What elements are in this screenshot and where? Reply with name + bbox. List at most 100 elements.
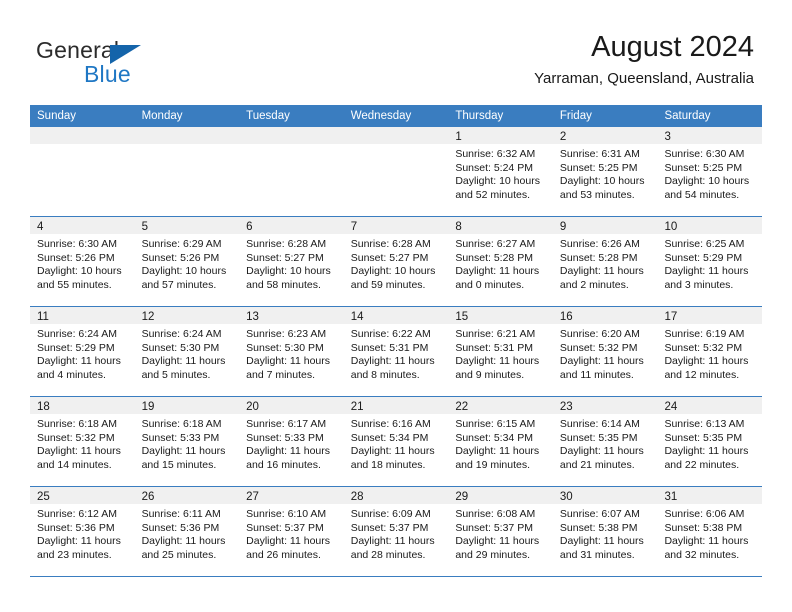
day-detail-lines: Sunrise: 6:22 AM Sunset: 5:31 PM Daylight:… bbox=[344, 324, 449, 382]
calendar-day-cell[interactable]: 16 Sunrise: 6:20 AM Sunset: 5:32 PM Dayligh… bbox=[552, 307, 658, 396]
day-number: 14 bbox=[350, 311, 364, 323]
day-number-band: 26 bbox=[134, 487, 240, 504]
calendar-day-cell[interactable]: 31 Sunrise: 6:06 AM Sunset: 5:38 PM Dayligh… bbox=[657, 487, 763, 576]
day-detail-line: Daylight: 11 hours bbox=[664, 355, 749, 367]
day-detail-line: Sunrise: 6:13 AM bbox=[664, 418, 745, 430]
day-detail-line: Sunset: 5:37 PM bbox=[246, 521, 324, 534]
calendar-day-cell[interactable]: 25 Sunrise: 6:12 AM Sunset: 5:36 PM Dayligh… bbox=[30, 487, 135, 576]
day-detail-line: Daylight: 11 hours bbox=[350, 535, 435, 547]
calendar-day-cell[interactable]: 17 Sunrise: 6:19 AM Sunset: 5:32 PM Dayligh… bbox=[657, 307, 763, 396]
day-detail-lines: Sunrise: 6:07 AM Sunset: 5:38 PM Daylight:… bbox=[553, 504, 658, 562]
calendar-day-cell[interactable]: 13 Sunrise: 6:23 AM Sunset: 5:30 PM Dayligh… bbox=[239, 307, 344, 396]
day-detail-line: and 29 minutes. bbox=[455, 548, 531, 561]
day-number-band: 24 bbox=[657, 397, 763, 414]
day-number-band: 22 bbox=[448, 397, 553, 414]
calendar-day-cell[interactable]: 8 Sunrise: 6:27 AM Sunset: 5:28 PM Daylight… bbox=[448, 217, 553, 306]
calendar-day-cell[interactable]: 6 Sunrise: 6:28 AM Sunset: 5:27 PM Daylight… bbox=[239, 217, 344, 306]
day-detail-line: Sunrise: 6:30 AM bbox=[664, 148, 745, 160]
day-detail-line: Sunrise: 6:06 AM bbox=[664, 508, 745, 520]
calendar-day-cell[interactable]: 19 Sunrise: 6:18 AM Sunset: 5:33 PM Dayligh… bbox=[134, 397, 240, 486]
calendar-day-cell[interactable]: 15 Sunrise: 6:21 AM Sunset: 5:31 PM Dayligh… bbox=[448, 307, 553, 396]
calendar-day-cell[interactable]: 23 Sunrise: 6:14 AM Sunset: 5:35 PM Dayligh… bbox=[552, 397, 658, 486]
day-detail-line: Sunrise: 6:17 AM bbox=[246, 418, 327, 430]
calendar-day-cell[interactable]: 14 Sunrise: 6:22 AM Sunset: 5:31 PM Dayligh… bbox=[343, 307, 449, 396]
logo-text-general: General bbox=[36, 37, 120, 63]
day-detail-line: Sunset: 5:28 PM bbox=[455, 251, 533, 264]
day-detail-line: Daylight: 11 hours bbox=[664, 445, 749, 457]
day-detail-line: Daylight: 11 hours bbox=[455, 355, 540, 367]
calendar-weeks: 1 Sunrise: 6:32 AM Sunset: 5:24 PM Daylight… bbox=[30, 127, 763, 577]
day-detail-line: Sunset: 5:28 PM bbox=[559, 251, 638, 264]
day-detail-line: Daylight: 11 hours bbox=[246, 355, 331, 367]
day-number: 27 bbox=[246, 491, 259, 503]
calendar-day-cell[interactable]: 5 Sunrise: 6:29 AM Sunset: 5:26 PM Daylight… bbox=[134, 217, 240, 306]
day-number-band bbox=[134, 127, 240, 144]
day-number-band: 10 bbox=[657, 217, 763, 234]
day-detail-line: Sunrise: 6:18 AM bbox=[37, 418, 117, 430]
calendar-day-cell[interactable]: 24 Sunrise: 6:13 AM Sunset: 5:35 PM Dayligh… bbox=[657, 397, 763, 486]
day-detail-lines: Sunrise: 6:13 AM Sunset: 5:35 PM Daylight:… bbox=[657, 414, 762, 472]
calendar-day-cell[interactable]: 20 Sunrise: 6:17 AM Sunset: 5:33 PM Dayligh… bbox=[239, 397, 344, 486]
calendar-day-cell[interactable]: 1 Sunrise: 6:32 AM Sunset: 5:24 PM Daylight… bbox=[448, 127, 553, 216]
calendar-day-cell[interactable]: 11 Sunrise: 6:24 AM Sunset: 5:29 PM Dayligh… bbox=[30, 307, 135, 396]
day-detail-line: and 25 minutes. bbox=[141, 548, 217, 561]
day-number: 30 bbox=[559, 491, 573, 503]
day-detail-line: Sunrise: 6:28 AM bbox=[350, 238, 431, 250]
calendar-day-cell[interactable]: 4 Sunrise: 6:30 AM Sunset: 5:26 PM Daylight… bbox=[30, 217, 135, 306]
calendar-day-cell[interactable]: 7 Sunrise: 6:28 AM Sunset: 5:27 PM Daylight… bbox=[343, 217, 449, 306]
day-number-band: 3 bbox=[657, 127, 763, 144]
calendar-day-cell[interactable]: 10 Sunrise: 6:25 AM Sunset: 5:29 PM Dayligh… bbox=[657, 217, 763, 306]
day-number-band bbox=[30, 127, 135, 144]
day-detail-line: Sunrise: 6:26 AM bbox=[559, 238, 640, 250]
day-detail-line: Daylight: 11 hours bbox=[141, 535, 226, 547]
calendar-day-cell[interactable]: 26 Sunrise: 6:11 AM Sunset: 5:36 PM Dayligh… bbox=[134, 487, 240, 576]
page-title: August 2024 bbox=[591, 31, 754, 63]
calendar-day-cell[interactable]: 2 Sunrise: 6:31 AM Sunset: 5:25 PM Daylight… bbox=[552, 127, 658, 216]
day-number-band: 2 bbox=[552, 127, 658, 144]
day-detail-line: and 28 minutes. bbox=[350, 548, 426, 561]
day-detail-line: and 31 minutes. bbox=[559, 548, 635, 561]
day-number-band: 31 bbox=[657, 487, 763, 504]
day-detail-line: Sunrise: 6:19 AM bbox=[664, 328, 745, 340]
day-number-band: 4 bbox=[30, 217, 135, 234]
day-number-band: 25 bbox=[30, 487, 135, 504]
calendar-day-cell[interactable]: 28 Sunrise: 6:09 AM Sunset: 5:37 PM Dayligh… bbox=[343, 487, 449, 576]
calendar-day-cell[interactable]: 9 Sunrise: 6:26 AM Sunset: 5:28 PM Daylight… bbox=[552, 217, 658, 306]
day-detail-line: Sunrise: 6:28 AM bbox=[246, 238, 327, 250]
calendar-cell-empty bbox=[239, 127, 344, 216]
day-detail-line: Sunrise: 6:07 AM bbox=[559, 508, 640, 520]
day-number-band: 7 bbox=[343, 217, 449, 234]
day-detail-line: Sunrise: 6:18 AM bbox=[141, 418, 222, 430]
day-detail-line: Sunrise: 6:12 AM bbox=[37, 508, 117, 520]
weekday-header-saturday: Saturday bbox=[664, 110, 711, 122]
day-detail-line: and 59 minutes. bbox=[350, 278, 426, 291]
day-number-band: 18 bbox=[30, 397, 135, 414]
day-detail-line: and 0 minutes. bbox=[455, 278, 525, 291]
calendar-day-cell[interactable]: 3 Sunrise: 6:30 AM Sunset: 5:25 PM Daylight… bbox=[657, 127, 763, 216]
calendar-cell-empty bbox=[134, 127, 240, 216]
calendar-day-cell[interactable]: 21 Sunrise: 6:16 AM Sunset: 5:34 PM Dayligh… bbox=[343, 397, 449, 486]
day-detail-line: Daylight: 10 hours bbox=[246, 265, 331, 277]
day-detail-line: Sunrise: 6:27 AM bbox=[455, 238, 536, 250]
day-detail-line: and 55 minutes. bbox=[37, 278, 112, 291]
calendar-day-cell[interactable]: 30 Sunrise: 6:07 AM Sunset: 5:38 PM Dayligh… bbox=[552, 487, 658, 576]
day-detail-lines: Sunrise: 6:11 AM Sunset: 5:36 PM Daylight:… bbox=[135, 504, 240, 562]
calendar-grid: Sunday Monday Tuesday Wednesday Thursday Frid… bbox=[30, 105, 763, 577]
calendar-day-cell[interactable]: 22 Sunrise: 6:15 AM Sunset: 5:34 PM Dayligh… bbox=[448, 397, 553, 486]
day-detail-line: Sunset: 5:38 PM bbox=[559, 521, 638, 534]
calendar-cell-empty bbox=[30, 127, 135, 216]
calendar-day-cell[interactable]: 18 Sunrise: 6:18 AM Sunset: 5:32 PM Dayligh… bbox=[30, 397, 135, 486]
day-number: 2 bbox=[559, 131, 567, 143]
day-detail-line: and 19 minutes. bbox=[455, 458, 531, 471]
day-detail-line: Sunset: 5:30 PM bbox=[141, 341, 220, 354]
day-detail-line: Sunset: 5:37 PM bbox=[350, 521, 429, 534]
weekday-header-row: Sunday Monday Tuesday Wednesday Thursday Frid… bbox=[30, 105, 762, 127]
calendar-day-cell[interactable]: 29 Sunrise: 6:08 AM Sunset: 5:37 PM Dayligh… bbox=[448, 487, 553, 576]
day-detail-lines: Sunrise: 6:32 AM Sunset: 5:24 PM Daylight:… bbox=[448, 144, 553, 202]
day-number: 9 bbox=[559, 221, 567, 233]
day-number-band: 29 bbox=[448, 487, 553, 504]
calendar-page: General Blue August 2024 Yarraman, Queen… bbox=[0, 0, 792, 612]
calendar-day-cell[interactable]: 12 Sunrise: 6:24 AM Sunset: 5:30 PM Dayligh… bbox=[134, 307, 240, 396]
calendar-day-cell[interactable]: 27 Sunrise: 6:10 AM Sunset: 5:37 PM Dayligh… bbox=[239, 487, 344, 576]
weekday-header-friday: Friday bbox=[559, 110, 592, 122]
